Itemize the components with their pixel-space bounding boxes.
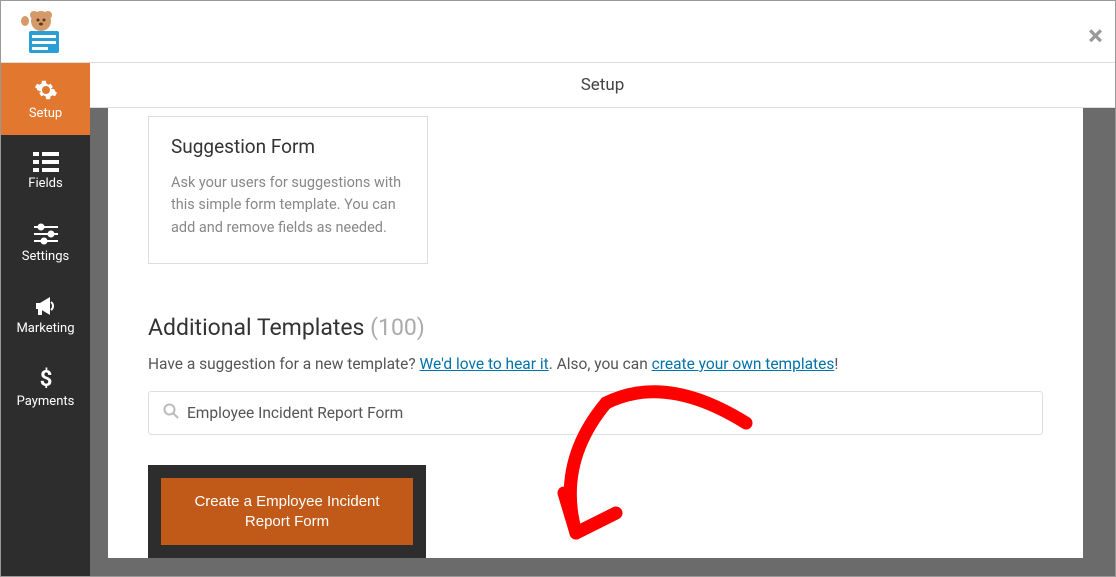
- create-button-wrapper: Create a Employee Incident Report Form: [148, 465, 426, 558]
- sidebar-item-settings[interactable]: Settings: [1, 207, 90, 279]
- template-card-description: Ask your users for suggestions with this…: [171, 172, 405, 239]
- list-icon: [33, 152, 59, 172]
- template-card-title: Suggestion Form: [171, 135, 405, 158]
- dollar-icon: $: [39, 366, 53, 390]
- content-panel: Suggestion Form Ask your users for sugge…: [108, 108, 1083, 558]
- hear-it-link[interactable]: We'd love to hear it: [420, 355, 549, 373]
- sidebar-item-label: Settings: [22, 249, 69, 264]
- create-own-templates-link[interactable]: create your own templates: [652, 355, 835, 373]
- svg-text:$: $: [39, 367, 52, 390]
- sidebar-item-label: Fields: [28, 176, 62, 191]
- sidebar-item-label: Setup: [29, 106, 62, 121]
- close-icon[interactable]: ×: [1088, 19, 1103, 52]
- additional-templates-heading: Additional Templates (100): [148, 314, 1043, 341]
- sidebar-item-label: Marketing: [16, 321, 74, 336]
- sliders-icon: [34, 223, 58, 245]
- sidebar-item-label: Payments: [17, 394, 75, 409]
- page-title: Setup: [90, 63, 1115, 108]
- top-bar: ×: [1, 1, 1115, 63]
- wpforms-logo: [11, 7, 71, 57]
- search-icon: [163, 403, 179, 423]
- bullhorn-icon: [34, 295, 58, 317]
- template-search-input[interactable]: Employee Incident Report Form: [148, 391, 1043, 435]
- create-form-button[interactable]: Create a Employee Incident Report Form: [161, 478, 413, 545]
- gear-icon: [34, 78, 58, 102]
- sidebar-item-payments[interactable]: $ Payments: [1, 351, 90, 423]
- sidebar: Setup Fields Settings Marketing: [1, 63, 90, 576]
- sidebar-item-setup[interactable]: Setup: [1, 63, 90, 135]
- sidebar-item-fields[interactable]: Fields: [1, 135, 90, 207]
- search-input-value: Employee Incident Report Form: [187, 404, 403, 422]
- sidebar-item-marketing[interactable]: Marketing: [1, 279, 90, 351]
- suggestion-text: Have a suggestion for a new template? We…: [148, 355, 1043, 373]
- template-card-suggestion-form[interactable]: Suggestion Form Ask your users for sugge…: [148, 116, 428, 264]
- content-gray-area: Suggestion Form Ask your users for sugge…: [90, 108, 1115, 576]
